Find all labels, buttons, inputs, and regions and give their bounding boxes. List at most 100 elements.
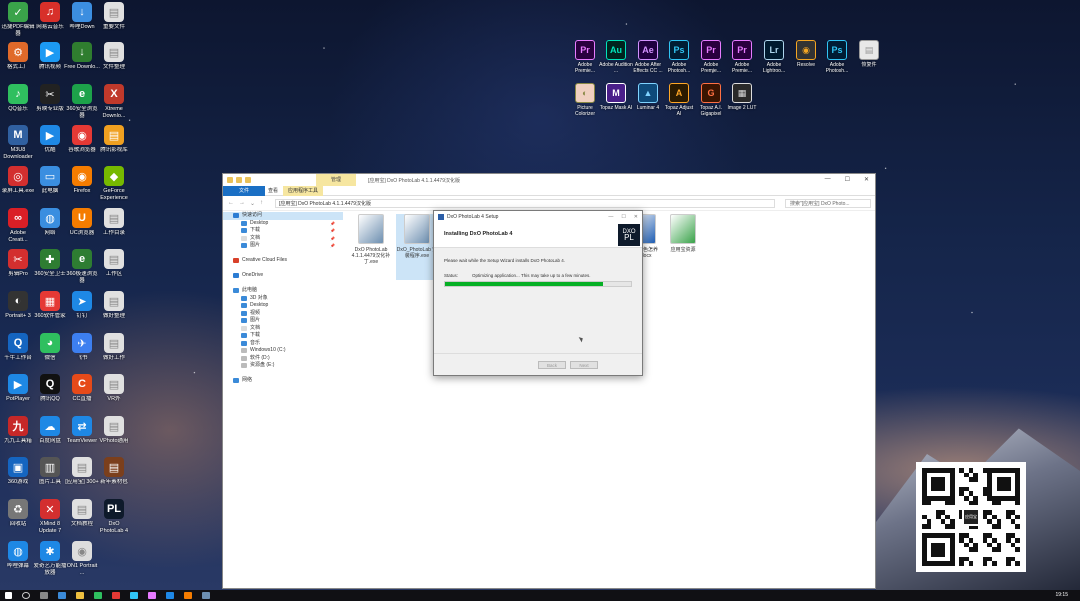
nav-item[interactable]: 图片 📌: [223, 242, 343, 250]
nav-item[interactable]: 下载 📌: [223, 227, 343, 235]
desktop-shortcut[interactable]: ▤ [应用宝] 300+: [65, 457, 99, 486]
desktop-shortcut[interactable]: ◐ Picture Colorizer: [569, 83, 601, 117]
desktop-shortcut[interactable]: ◉ ON1 Portrait ...: [65, 541, 99, 576]
nav-item[interactable]: 文档: [223, 325, 343, 333]
desktop-shortcut[interactable]: ▶ PotPlayer: [1, 374, 35, 403]
chrome-icon[interactable]: [112, 592, 120, 599]
desktop-shortcut[interactable]: ☁ 百度网盘: [33, 416, 67, 445]
desktop-shortcut[interactable]: ∞ Adobe Creati...: [1, 208, 35, 243]
up-arrow-icon[interactable]: ↑: [260, 200, 263, 207]
desktop-shortcut[interactable]: Ae Adobe After Effects CC ...: [632, 40, 664, 74]
desktop-shortcut[interactable]: ▤ VR外: [97, 374, 131, 403]
file-item[interactable]: DxO PhotoLab 4.1.1.4479汉化补丁.exe: [350, 214, 392, 265]
desktop-shortcut[interactable]: ↓ Free Downlo...: [64, 42, 100, 71]
desktop-shortcut[interactable]: X Xtreme Downlo...: [97, 84, 131, 119]
desktop-shortcut[interactable]: Pr Adobe Premie...: [569, 40, 601, 74]
explorer-icon[interactable]: [76, 592, 84, 599]
desktop-shortcut[interactable]: Ps Adobe Photosh...: [821, 40, 853, 74]
desktop-shortcut[interactable]: e 360极速浏览器: [65, 249, 99, 284]
desktop-shortcut[interactable]: ✚ 360安全卫士: [33, 249, 67, 278]
desktop-shortcut[interactable]: ➤ 钉钉: [65, 291, 99, 320]
pin-icon[interactable]: 📌: [330, 227, 335, 235]
desktop-shortcut[interactable]: e 360安全浏览器: [65, 84, 99, 119]
desktop-shortcut[interactable]: ◉ Firefox: [65, 166, 99, 195]
nav-item[interactable]: 音乐: [223, 340, 343, 348]
desktop-shortcut[interactable]: C CC直播: [65, 374, 99, 403]
nav-item[interactable]: Windows10 (C:): [223, 347, 343, 355]
photoshop-icon[interactable]: [130, 592, 138, 599]
desktop-shortcut[interactable]: U UC浏览器: [65, 208, 99, 237]
desktop-shortcut[interactable]: ◕ 微信: [33, 333, 67, 362]
nav-item[interactable]: 文档 📌: [223, 235, 343, 243]
explorer-titlebar[interactable]: 管理 [应用宝] DxO PhotoLab 4.1.1.4479汉化版 — ☐ …: [223, 174, 875, 186]
next-button[interactable]: Next: [570, 360, 598, 369]
maximize-icon[interactable]: ☐: [845, 176, 850, 183]
desktop-shortcut[interactable]: ▤ 做好工作: [97, 333, 131, 362]
windows-start-icon[interactable]: [5, 592, 12, 599]
desktop-shortcut[interactable]: ♪ QQ音乐: [1, 84, 35, 113]
forward-arrow-icon[interactable]: →: [239, 200, 245, 207]
tab-file[interactable]: 文件: [223, 185, 265, 196]
save-icon[interactable]: [236, 177, 242, 183]
search-icon[interactable]: [22, 592, 30, 599]
desktop-shortcut[interactable]: ▣ 360游戏: [1, 457, 35, 486]
app-icon[interactable]: [166, 592, 174, 599]
file-item[interactable]: 应用宝资源: [662, 214, 704, 253]
desktop-shortcut[interactable]: Q 腾讯QQ: [33, 374, 67, 403]
desktop-shortcut[interactable]: ◉ Resolve: [790, 40, 822, 68]
dialog-titlebar[interactable]: DxO PhotoLab 4 Setup — ☐ ✕: [434, 211, 642, 222]
nav-item[interactable]: OneDrive: [223, 272, 343, 280]
desktop-shortcut[interactable]: ▤ 新年素材包: [97, 457, 131, 486]
nav-item[interactable]: 此电脑: [223, 287, 343, 295]
file-item[interactable]: DxO_PhotoLab 安装程序.exe: [396, 214, 438, 280]
folder-icon[interactable]: [245, 177, 251, 183]
desktop-shortcut[interactable]: ✓ 迅捷PDF编辑器: [1, 2, 35, 37]
edge-icon[interactable]: [58, 592, 66, 599]
tab-view[interactable]: 查看: [263, 186, 283, 196]
wechat-icon[interactable]: [94, 592, 102, 599]
maximize-icon[interactable]: ☐: [621, 214, 625, 220]
pin-icon[interactable]: 📌: [330, 235, 335, 243]
task-view-icon[interactable]: [40, 592, 48, 599]
setup-taskbar-icon[interactable]: [202, 592, 210, 599]
desktop-shortcut[interactable]: ◐ Portrait+ 3: [1, 291, 35, 320]
desktop-shortcut[interactable]: ▤ VPhoto通用: [97, 416, 131, 445]
desktop-shortcut[interactable]: M Topaz Mask AI: [600, 83, 632, 111]
back-button[interactable]: Back: [538, 360, 566, 369]
desktop-shortcut[interactable]: ▦ 360软件管家: [33, 291, 67, 320]
desktop-shortcut[interactable]: ▶ 优酷: [33, 125, 67, 154]
desktop-shortcut[interactable]: M M3U8 Downloader: [1, 125, 35, 160]
desktop-shortcut[interactable]: ▶ 腾讯视频: [33, 42, 67, 71]
desktop-shortcut[interactable]: ▲ Luminar 4: [632, 83, 664, 111]
desktop-shortcut[interactable]: Ps Adobe Photosh...: [663, 40, 695, 74]
nav-item[interactable]: 图片: [223, 317, 343, 325]
desktop-shortcut[interactable]: ◍ 网络: [33, 208, 67, 237]
desktop-shortcut[interactable]: ▦ Image 2 LUT: [726, 83, 758, 111]
chevron-down-icon[interactable]: ⌄: [250, 200, 255, 207]
desktop-shortcut[interactable]: ◍ 哔哩弹幕: [1, 541, 35, 570]
desktop-shortcut[interactable]: ▤ 腾讯影视库: [97, 125, 131, 154]
desktop-shortcut[interactable]: ✱ 爱奇艺万能播放器: [33, 541, 67, 576]
nav-item[interactable]: 软件 (D:): [223, 355, 343, 363]
folder-icon[interactable]: [227, 177, 233, 183]
app-icon[interactable]: [184, 592, 192, 599]
desktop-shortcut[interactable]: ▤ 恢复件: [853, 40, 885, 68]
desktop-shortcut[interactable]: ▤ 文档教程: [65, 499, 99, 528]
desktop-shortcut[interactable]: A Topaz Adjust AI: [663, 83, 695, 117]
desktop-shortcut[interactable]: ⚙ 格式工厂: [1, 42, 35, 71]
nav-item[interactable]: 视频: [223, 310, 343, 318]
desktop-shortcut[interactable]: ▤ 工作目录: [97, 208, 131, 237]
nav-item[interactable]: 网络: [223, 377, 343, 385]
nav-item[interactable]: 下载: [223, 332, 343, 340]
desktop-shortcut[interactable]: Pr Adobe Premie...: [726, 40, 758, 74]
desktop-shortcut[interactable]: ◆ GeForce Experience: [97, 166, 131, 201]
nav-item[interactable]: Desktop: [223, 302, 343, 310]
desktop-shortcut[interactable]: ♻ 回收站: [1, 499, 35, 528]
nav-item[interactable]: 3D 对象: [223, 295, 343, 303]
desktop-shortcut[interactable]: 九九九工具箱: [1, 416, 35, 445]
pin-icon[interactable]: 📌: [330, 220, 335, 228]
desktop-shortcut[interactable]: ◎ 录屏工具.exe: [1, 166, 35, 195]
nav-item[interactable]: Creative Cloud Files: [223, 257, 343, 265]
desktop-shortcut[interactable]: PL DxO PhotoLab 4: [97, 499, 131, 534]
minimize-icon[interactable]: —: [608, 214, 613, 220]
